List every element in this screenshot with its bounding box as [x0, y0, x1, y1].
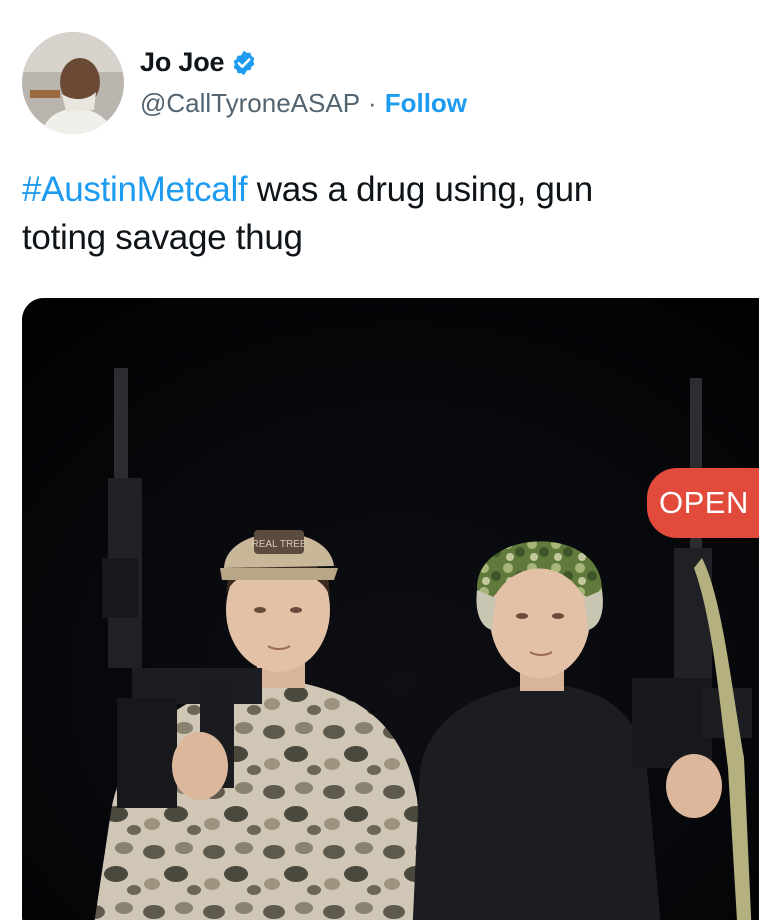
separator-dot: · [368, 88, 377, 118]
handle[interactable]: @CallTyroneASAP [140, 88, 360, 119]
avatar[interactable] [22, 32, 124, 134]
tweet-header: Jo Joe @CallTyroneASAP · Follow [22, 32, 467, 134]
hashtag-link[interactable]: #AustinMetcalf [22, 170, 248, 209]
verified-badge-icon [230, 49, 258, 77]
photo-illustration: REAL TREE [22, 298, 759, 920]
handle-row: @CallTyroneASAP · Follow [140, 88, 467, 119]
tweet-text-line2: toting savage thug [22, 218, 303, 257]
name-row: Jo Joe [140, 47, 467, 78]
hat-patch-text: REAL TREE [251, 539, 306, 550]
author-names: Jo Joe @CallTyroneASAP · Follow [140, 47, 467, 119]
tweet-card: Jo Joe @CallTyroneASAP · Follow #AustinM… [0, 0, 759, 920]
tweet-text: #AustinMetcalf was a drug using, gun tot… [22, 166, 742, 262]
tweet-photo[interactable]: REAL TREE OPEN [22, 298, 759, 920]
display-name[interactable]: Jo Joe [140, 47, 225, 78]
tweet-text-line1: was a drug using, gun [247, 170, 593, 209]
follow-button[interactable]: Follow [385, 88, 467, 119]
open-badge[interactable]: OPEN [647, 468, 759, 538]
